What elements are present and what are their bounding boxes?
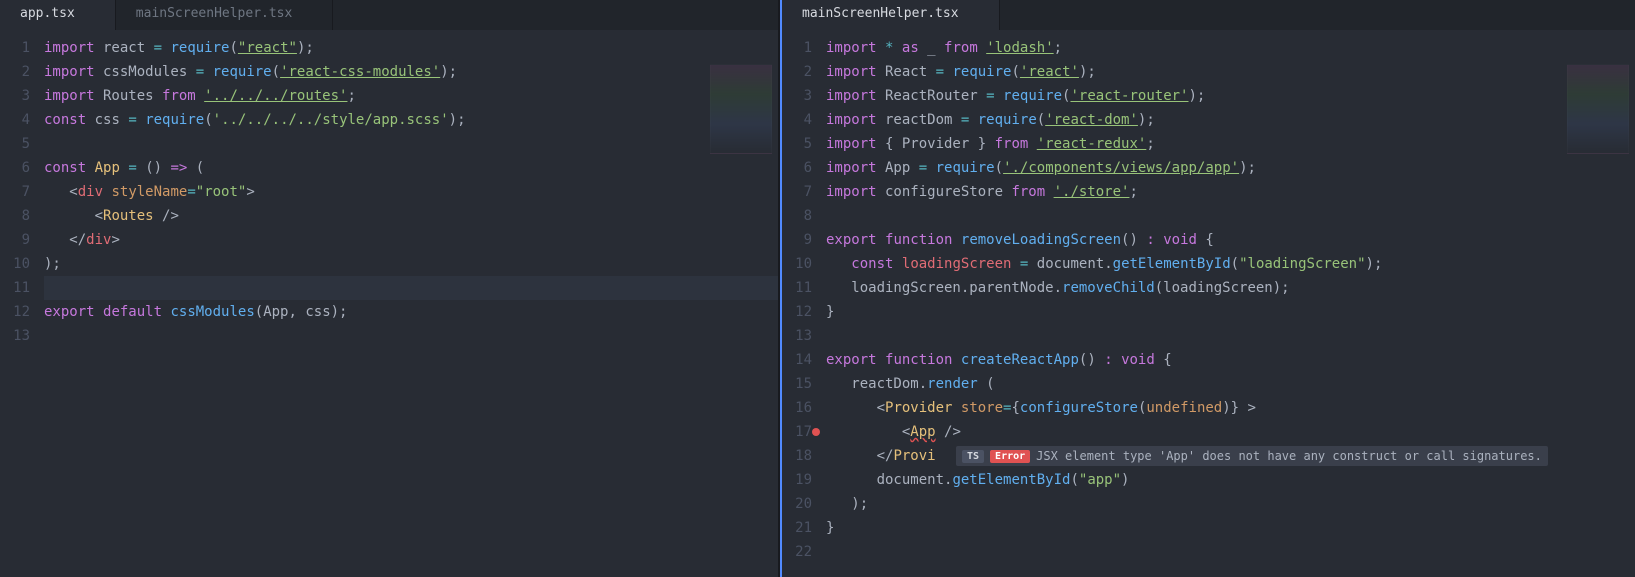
code-area[interactable]: import * as _ from 'lodash';import React…: [826, 30, 1635, 577]
tab-label: mainScreenHelper.tsx: [802, 6, 959, 21]
line-number: 12: [782, 300, 812, 324]
line-number: 9: [782, 228, 812, 252]
code-line[interactable]: <App />: [826, 420, 1635, 444]
code-line[interactable]: const css = require('../../../../style/a…: [44, 108, 778, 132]
code-line[interactable]: reactDom.render (: [826, 372, 1635, 396]
line-number: 2: [782, 60, 812, 84]
line-number: 2: [0, 60, 30, 84]
line-number: 8: [782, 204, 812, 228]
line-number: 7: [782, 180, 812, 204]
code-line[interactable]: import React = require('react');: [826, 60, 1635, 84]
code-line[interactable]: import ReactRouter = require('react-rout…: [826, 84, 1635, 108]
code-line[interactable]: export function removeLoadingScreen() : …: [826, 228, 1635, 252]
line-number: 21: [782, 516, 812, 540]
code-line[interactable]: import * as _ from 'lodash';: [826, 36, 1635, 60]
line-gutter: 12345678910111213141516171819202122: [782, 30, 826, 577]
line-number: 18: [782, 444, 812, 468]
code-line[interactable]: document.getElementById("app"): [826, 468, 1635, 492]
code-line[interactable]: import react = require("react");: [44, 36, 778, 60]
line-number: 10: [782, 252, 812, 276]
line-number: 12: [0, 300, 30, 324]
line-number: 22: [782, 540, 812, 564]
editor-pane-right: mainScreenHelper.tsx 1234567891011121314…: [780, 0, 1635, 577]
code-line[interactable]: <Provider store={configureStore(undefine…: [826, 396, 1635, 420]
line-number: 3: [782, 84, 812, 108]
code-line[interactable]: import configureStore from './store';: [826, 180, 1635, 204]
tab-label: mainScreenHelper.tsx: [136, 6, 293, 21]
code-line[interactable]: }: [826, 300, 1635, 324]
line-number: 6: [0, 156, 30, 180]
line-number: 16: [782, 396, 812, 420]
code-line[interactable]: import { Provider } from 'react-redux';: [826, 132, 1635, 156]
code-line[interactable]: </div>: [44, 228, 778, 252]
line-number: 4: [0, 108, 30, 132]
error-tooltip: TS Error JSX element type 'App' does not h…: [956, 446, 1548, 466]
code-line[interactable]: [826, 540, 1635, 564]
line-number: 1: [782, 36, 812, 60]
error-dot-icon: [812, 428, 820, 436]
tab-mainscreenhelper-left[interactable]: mainScreenHelper.tsx: [116, 0, 334, 30]
line-number: 11: [0, 276, 30, 300]
line-number: 1: [0, 36, 30, 60]
code-line[interactable]: import cssModules = require('react-css-m…: [44, 60, 778, 84]
line-number: 11: [782, 276, 812, 300]
code-line[interactable]: const App = () => (: [44, 156, 778, 180]
line-number: 19: [782, 468, 812, 492]
editor-body-right[interactable]: 12345678910111213141516171819202122 impo…: [782, 30, 1635, 577]
code-line[interactable]: <Routes />: [44, 204, 778, 228]
line-number: 15: [782, 372, 812, 396]
line-number: 13: [0, 324, 30, 348]
editor-body-left[interactable]: 12345678910111213 import react = require…: [0, 30, 778, 577]
code-line[interactable]: [44, 324, 778, 348]
code-line[interactable]: import reactDom = require('react-dom');: [826, 108, 1635, 132]
code-line[interactable]: import App = require('./components/views…: [826, 156, 1635, 180]
code-area[interactable]: import react = require("react");import c…: [44, 30, 778, 577]
code-line[interactable]: }: [826, 516, 1635, 540]
code-line[interactable]: <div styleName="root">: [44, 180, 778, 204]
code-line[interactable]: const loadingScreen = document.getElemen…: [826, 252, 1635, 276]
code-line[interactable]: [826, 324, 1635, 348]
code-line[interactable]: [44, 276, 778, 300]
code-line[interactable]: );: [44, 252, 778, 276]
line-number: 20: [782, 492, 812, 516]
minimap[interactable]: [710, 64, 772, 154]
tab-app-tsx[interactable]: app.tsx: [0, 0, 116, 30]
code-line[interactable]: import Routes from '../../../routes';: [44, 84, 778, 108]
line-number: 17: [782, 420, 812, 444]
line-number: 14: [782, 348, 812, 372]
line-number: 10: [0, 252, 30, 276]
line-number: 7: [0, 180, 30, 204]
line-number: 5: [0, 132, 30, 156]
line-number: 6: [782, 156, 812, 180]
code-line[interactable]: );: [826, 492, 1635, 516]
line-number: 8: [0, 204, 30, 228]
editor-pane-left: app.tsx mainScreenHelper.tsx 12345678910…: [0, 0, 780, 577]
line-number: 5: [782, 132, 812, 156]
tab-mainscreenhelper-right[interactable]: mainScreenHelper.tsx: [782, 0, 1000, 30]
minimap[interactable]: [1567, 64, 1629, 154]
line-number: 13: [782, 324, 812, 348]
ts-badge: TS: [962, 450, 984, 463]
code-line[interactable]: export default cssModules(App, css);: [44, 300, 778, 324]
tab-label: app.tsx: [20, 6, 75, 21]
line-number: 9: [0, 228, 30, 252]
code-line[interactable]: [826, 204, 1635, 228]
error-badge: Error: [990, 450, 1030, 463]
code-line[interactable]: loadingScreen.parentNode.removeChild(loa…: [826, 276, 1635, 300]
line-gutter: 12345678910111213: [0, 30, 44, 577]
line-number: 4: [782, 108, 812, 132]
tab-bar-left: app.tsx mainScreenHelper.tsx: [0, 0, 778, 30]
code-line[interactable]: [44, 132, 778, 156]
code-line[interactable]: export function createReactApp() : void …: [826, 348, 1635, 372]
tooltip-message: JSX element type 'App' does not have any…: [1036, 449, 1542, 463]
line-number: 3: [0, 84, 30, 108]
tab-bar-right: mainScreenHelper.tsx: [782, 0, 1635, 30]
